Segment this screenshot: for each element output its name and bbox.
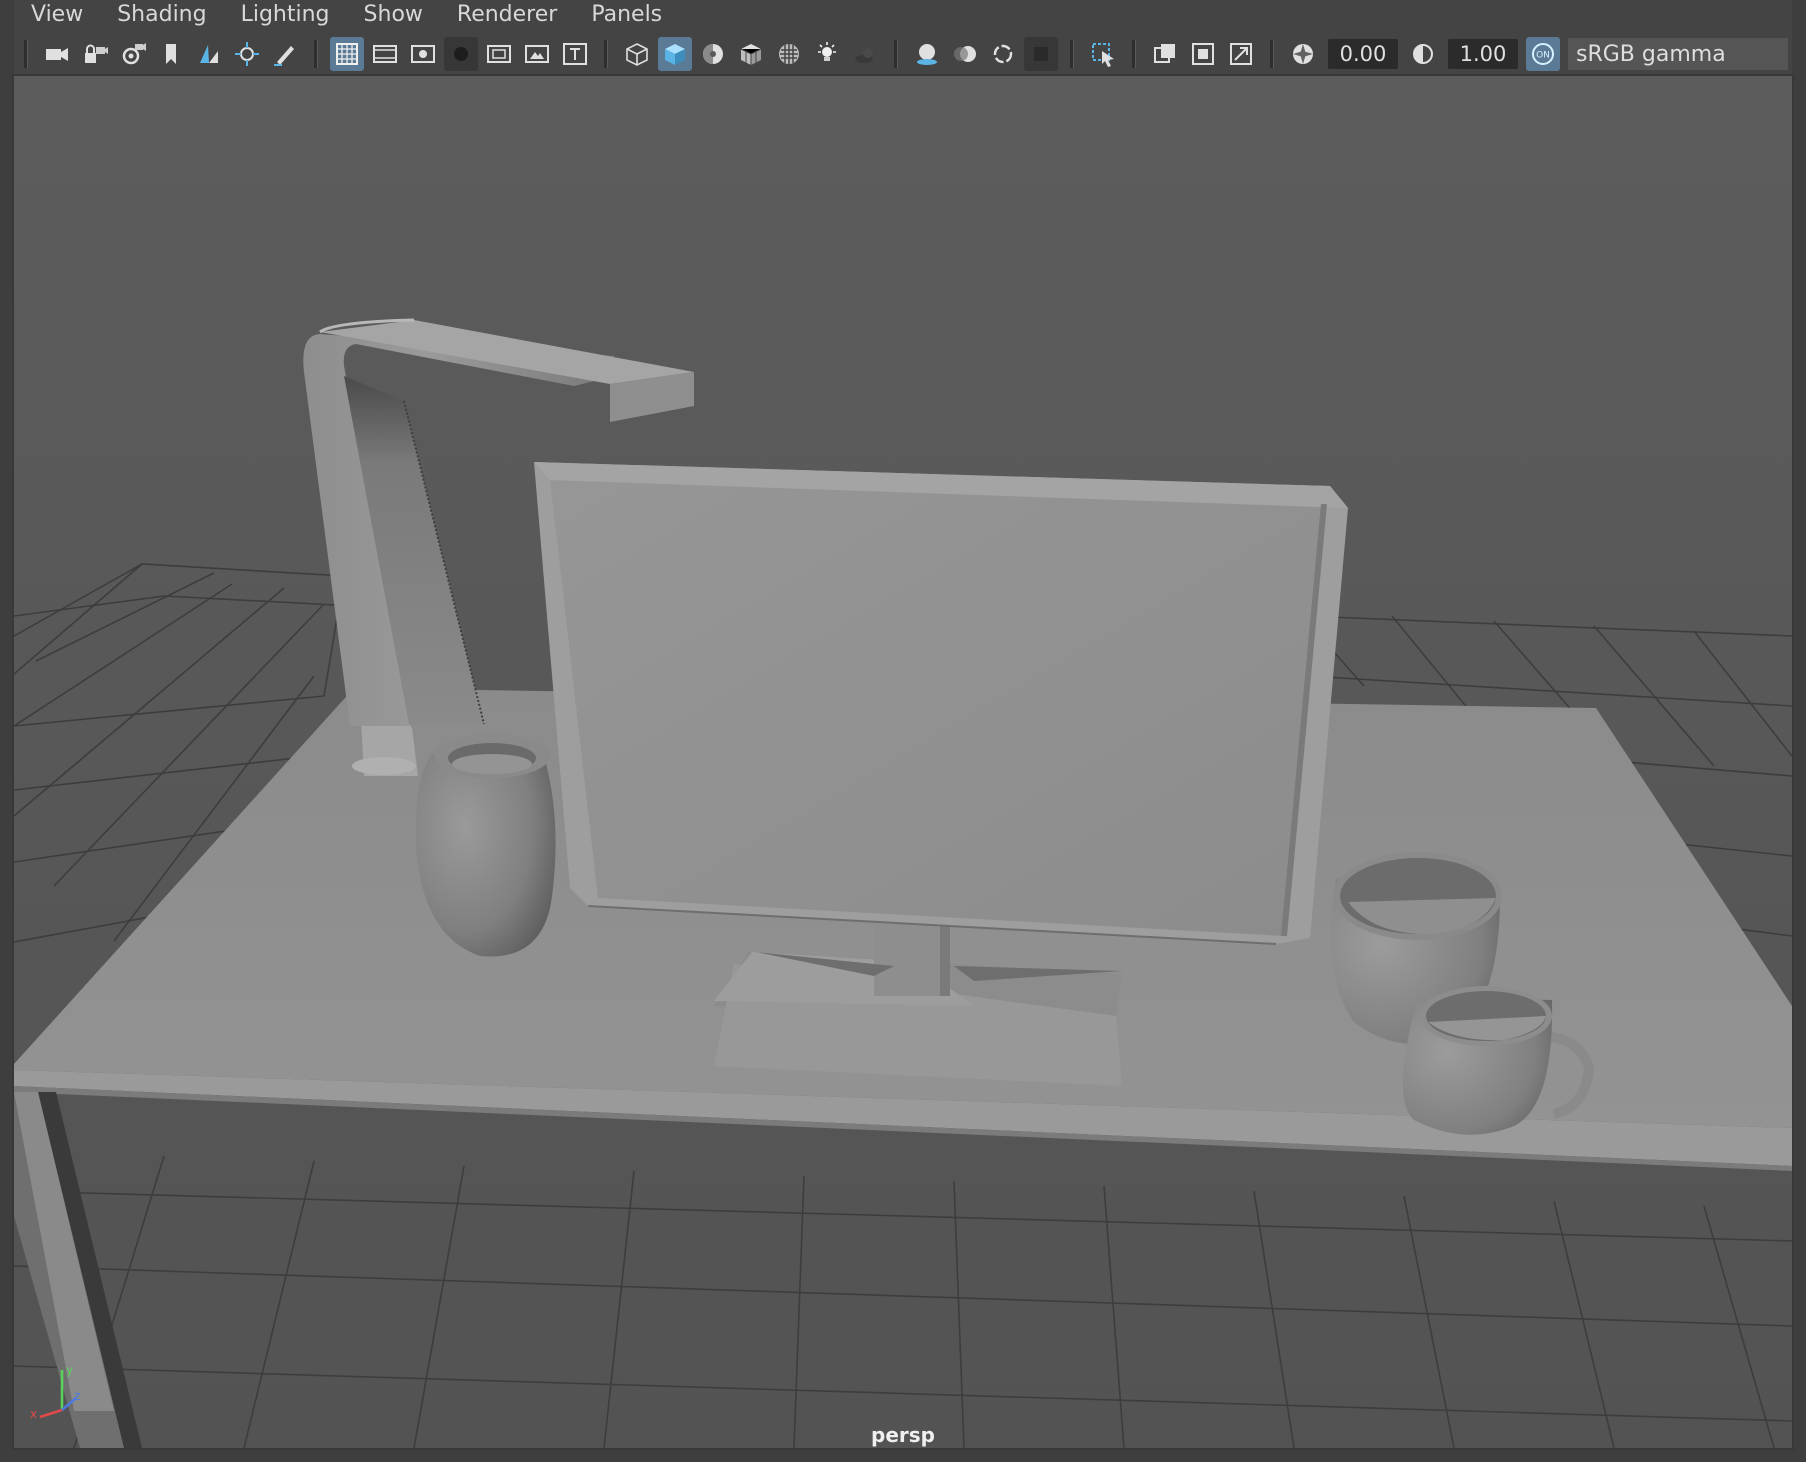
shadows-icon[interactable] <box>848 37 882 71</box>
toolbar-separator <box>314 40 318 68</box>
menu-renderer[interactable]: Renderer <box>440 0 574 32</box>
smooth-shade-icon[interactable] <box>658 37 692 71</box>
2d-pan-zoom-icon[interactable] <box>230 37 264 71</box>
gate-mask-icon[interactable] <box>444 37 478 71</box>
gamma-icon[interactable] <box>1406 37 1440 71</box>
panel-right-border <box>1792 0 1806 1462</box>
axis-gizmo-icon: x y z <box>30 1363 80 1421</box>
field-chart-icon[interactable] <box>482 37 516 71</box>
motion-blur-icon[interactable] <box>948 37 982 71</box>
image-plane-icon[interactable] <box>192 37 226 71</box>
isolate-select-icon[interactable] <box>1086 37 1120 71</box>
toolbar-separator <box>1270 40 1274 68</box>
camera-select-icon[interactable] <box>40 37 74 71</box>
film-gate-icon[interactable] <box>368 37 402 71</box>
color-management-icon[interactable]: ON <box>1526 37 1560 71</box>
svg-text:y: y <box>66 1363 73 1377</box>
scene-render <box>14 76 1792 1448</box>
menu-view[interactable]: View <box>14 0 100 32</box>
wireframe-on-shaded-icon[interactable] <box>734 37 768 71</box>
depth-of-field-icon[interactable] <box>1024 37 1058 71</box>
panel-bottom-border <box>0 1448 1806 1462</box>
color-management-toggle-label: ON <box>1536 51 1550 61</box>
menu-panels[interactable]: Panels <box>574 0 679 32</box>
grid-icon[interactable] <box>330 37 364 71</box>
toolbar-separator <box>1132 40 1136 68</box>
menu-shading[interactable]: Shading <box>100 0 223 32</box>
xray-joints-icon[interactable] <box>1148 37 1182 71</box>
xray-active-icon[interactable] <box>1186 37 1220 71</box>
toolbar-separator <box>894 40 898 68</box>
toolbar-separator <box>24 40 28 68</box>
backface-icon[interactable] <box>1224 37 1258 71</box>
xray-icon[interactable] <box>772 37 806 71</box>
camera-attributes-icon[interactable] <box>116 37 150 71</box>
bookmark-icon[interactable] <box>154 37 188 71</box>
all-lights-icon[interactable] <box>810 37 844 71</box>
menu-show[interactable]: Show <box>347 0 440 32</box>
wireframe-icon[interactable] <box>620 37 654 71</box>
multisample-aa-icon[interactable] <box>986 37 1020 71</box>
toolbar-separator <box>604 40 608 68</box>
panel-toolbar: 0.00 1.00 ON sRGB gamma <box>14 34 1792 74</box>
menu-lighting[interactable]: Lighting <box>224 0 347 32</box>
view-transform-dropdown[interactable]: sRGB gamma <box>1568 38 1788 70</box>
exposure-field[interactable]: 0.00 <box>1328 39 1398 69</box>
camera-name-label: persp <box>871 1423 935 1447</box>
svg-text:z: z <box>74 1389 80 1403</box>
maya-viewport-panel: View Shading Lighting Show Renderer Pane… <box>0 0 1806 1462</box>
resolution-gate-icon[interactable] <box>406 37 440 71</box>
svg-text:x: x <box>30 1407 37 1421</box>
panel-left-border <box>0 0 14 1462</box>
panel-menu-bar: View Shading Lighting Show Renderer Pane… <box>14 0 1792 32</box>
exposure-icon[interactable] <box>1286 37 1320 71</box>
camera-lock-icon[interactable] <box>78 37 112 71</box>
gamma-field[interactable]: 1.00 <box>1448 39 1518 69</box>
safe-title-icon[interactable] <box>558 37 592 71</box>
shade-default-material-icon[interactable] <box>696 37 730 71</box>
toolbar-separator <box>1070 40 1074 68</box>
screen-space-ao-icon[interactable] <box>910 37 944 71</box>
perspective-viewport[interactable]: x y z persp <box>12 74 1794 1450</box>
safe-action-icon[interactable] <box>520 37 554 71</box>
grease-pencil-icon[interactable] <box>268 37 302 71</box>
